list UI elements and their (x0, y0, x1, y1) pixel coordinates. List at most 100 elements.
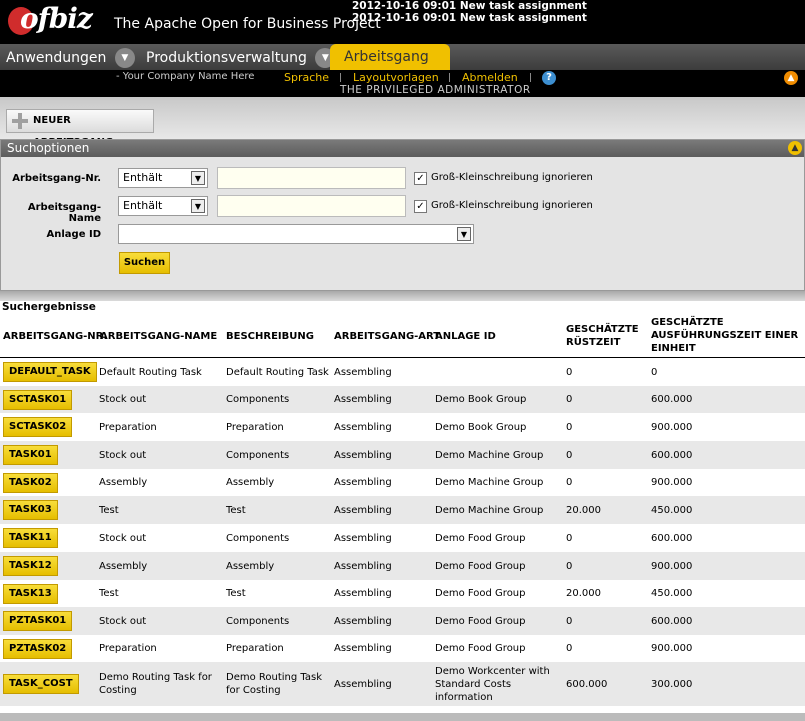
routing-task-id-button[interactable]: SCTASK02 (3, 417, 73, 437)
cell-anlage: Demo Food Group (435, 561, 526, 572)
cell-anlage: Demo Workcenter with Standard Costs info… (435, 666, 550, 703)
routing-task-id-button[interactable]: DEFAULT_TASK (3, 362, 97, 382)
tab-anwendungen[interactable]: Anwendungen ▼ (6, 46, 135, 70)
separator (449, 73, 450, 82)
logout-link[interactable]: Abmelden (462, 71, 518, 84)
footer-bar (0, 713, 805, 721)
cell-type: Assembling (334, 477, 392, 488)
table-row: PZTASK02 Preparation Preparation Assembling… (0, 635, 805, 662)
table-row: TASK12 Assembly Assembly Assembling Demo Foo… (0, 552, 805, 580)
cell-anlage: Demo Machine Group (435, 450, 544, 461)
language-link[interactable]: Sprache (284, 71, 329, 84)
ignore-case-checkbox-name[interactable]: ✓ (414, 200, 427, 213)
results-title: Suchergebnisse (2, 301, 96, 313)
routing-task-id-button[interactable]: TASK_COST (3, 674, 79, 694)
ignore-case-checkbox-nr[interactable]: ✓ (414, 172, 427, 185)
cell-anlage: Demo Food Group (435, 643, 526, 654)
ignore-case-label: Groß-Kleinschreibung ignorieren (431, 200, 593, 211)
chevron-up-icon[interactable]: ▲ (784, 71, 798, 85)
routing-task-id-button[interactable]: TASK01 (3, 445, 58, 465)
cell-desc: Test (226, 505, 246, 516)
cell-name: Default Routing Task (99, 367, 202, 378)
cell-ausf: 900.000 (651, 477, 693, 488)
table-row: TASK11 Stock out Components Assembling Demo … (0, 524, 805, 552)
cell-ausf: 300.000 (651, 679, 693, 690)
chevron-down-icon[interactable]: ▼ (114, 48, 135, 68)
cell-name: Demo Routing Task for Costing (99, 672, 212, 696)
notification-item[interactable]: 2012-10-16 09:01 New task assignment (352, 12, 587, 24)
help-icon[interactable]: ? (542, 71, 556, 85)
new-routing-task-button[interactable]: NEUER ARBEITSGANG (6, 109, 154, 148)
search-button[interactable]: Suchen (119, 252, 170, 274)
company-name: - Your Company Name Here (116, 71, 255, 82)
routing-task-id-button[interactable]: PZTASK01 (3, 611, 73, 631)
notification-item[interactable]: 2012-10-16 09:01 New task assignment (352, 0, 587, 12)
collapse-icon[interactable]: ▲ (788, 141, 802, 155)
routing-task-id-button[interactable]: TASK13 (3, 584, 58, 604)
cell-ruest: 600.000 (566, 679, 608, 690)
cell-name: Preparation (99, 422, 157, 433)
action-bar: NEUER ARBEITSGANG (0, 97, 805, 148)
cell-type: Assembling (334, 533, 392, 544)
cell-ausf: 450.000 (651, 588, 693, 599)
cell-ausf: 600.000 (651, 450, 693, 461)
cell-name: Stock out (99, 450, 147, 461)
cell-name: Assembly (99, 477, 148, 488)
routing-nr-operator-select[interactable]: Enthält ▼ (118, 168, 208, 188)
routing-name-operator-select[interactable]: Enthält ▼ (118, 196, 208, 216)
cell-desc: Demo Routing Task for Costing (226, 672, 322, 696)
cell-ruest: 0 (566, 533, 573, 544)
cell-name: Stock out (99, 394, 147, 405)
table-row: TASK01 Stock out Components Assembling Demo … (0, 441, 805, 469)
routing-name-input[interactable] (217, 195, 406, 217)
column-header: BESCHREIBUNG (226, 331, 314, 342)
tab-arbeitsgang[interactable]: Arbeitsgang (330, 44, 450, 70)
routing-task-id-button[interactable]: TASK02 (3, 473, 58, 493)
tab-produktionsverwaltung[interactable]: Produktionsverwaltung ▼ (146, 46, 336, 70)
ignore-case-label: Groß-Kleinschreibung ignorieren (431, 172, 593, 183)
table-row: TASK13 Test Test Assembling Demo Food Group 2… (0, 580, 805, 607)
cell-ruest: 20.000 (566, 588, 601, 599)
cell-anlage: Demo Book Group (435, 422, 527, 433)
cell-anlage: Demo Machine Group (435, 505, 544, 516)
table-row: SCTASK02 Preparation Preparation Assembling… (0, 413, 805, 441)
cell-ruest: 0 (566, 616, 573, 627)
cell-type: Assembling (334, 643, 392, 654)
routing-task-id-button[interactable]: TASK03 (3, 500, 58, 520)
chevron-down-icon: ▼ (191, 171, 205, 185)
column-header: ARBEITSGANG-NR. (3, 331, 108, 342)
cell-ruest: 0 (566, 394, 573, 405)
routing-task-id-button[interactable]: PZTASK02 (3, 639, 73, 659)
ofbiz-logo[interactable]: ofbiz (8, 2, 100, 38)
routing-task-id-button[interactable]: TASK11 (3, 528, 58, 548)
routing-task-id-button[interactable]: TASK12 (3, 556, 58, 576)
cell-desc: Components (226, 394, 290, 405)
cell-desc: Components (226, 616, 290, 627)
cell-ausf: 450.000 (651, 505, 693, 516)
tab-anwendungen-label: Anwendungen (6, 50, 107, 66)
table-row: TASK02 Assembly Assembly Assembling Demo Mac… (0, 469, 805, 496)
layout-link[interactable]: Layoutvorlagen (353, 71, 439, 84)
table-row: TASK03 Test Test Assembling Demo Machine Gro… (0, 496, 805, 524)
cell-ausf: 0 (651, 367, 658, 378)
cell-ruest: 0 (566, 450, 573, 461)
cell-anlage: Demo Book Group (435, 394, 527, 405)
divider (0, 291, 805, 301)
sub-header: - Your Company Name Here Sprache Layoutv… (0, 70, 805, 97)
cell-name: Stock out (99, 616, 147, 627)
routing-name-label: Arbeitsgang-Name (27, 202, 101, 224)
routing-task-id-button[interactable]: SCTASK01 (3, 390, 73, 410)
cell-ausf: 900.000 (651, 561, 693, 572)
chevron-down-icon: ▼ (457, 227, 471, 241)
table-row: SCTASK01 Stock out Components Assembling Dem… (0, 386, 805, 413)
plus-icon (12, 113, 28, 129)
cell-desc: Assembly (226, 561, 275, 572)
cell-type: Assembling (334, 422, 392, 433)
facility-id-select[interactable]: ▼ (118, 224, 474, 244)
routing-nr-input[interactable] (217, 167, 406, 189)
cell-ruest: 0 (566, 643, 573, 654)
cell-ausf: 900.000 (651, 422, 693, 433)
notification-list: 2012-10-16 09:01 New task assignment 201… (352, 0, 587, 24)
cell-ruest: 0 (566, 561, 573, 572)
cell-anlage: Demo Food Group (435, 616, 526, 627)
